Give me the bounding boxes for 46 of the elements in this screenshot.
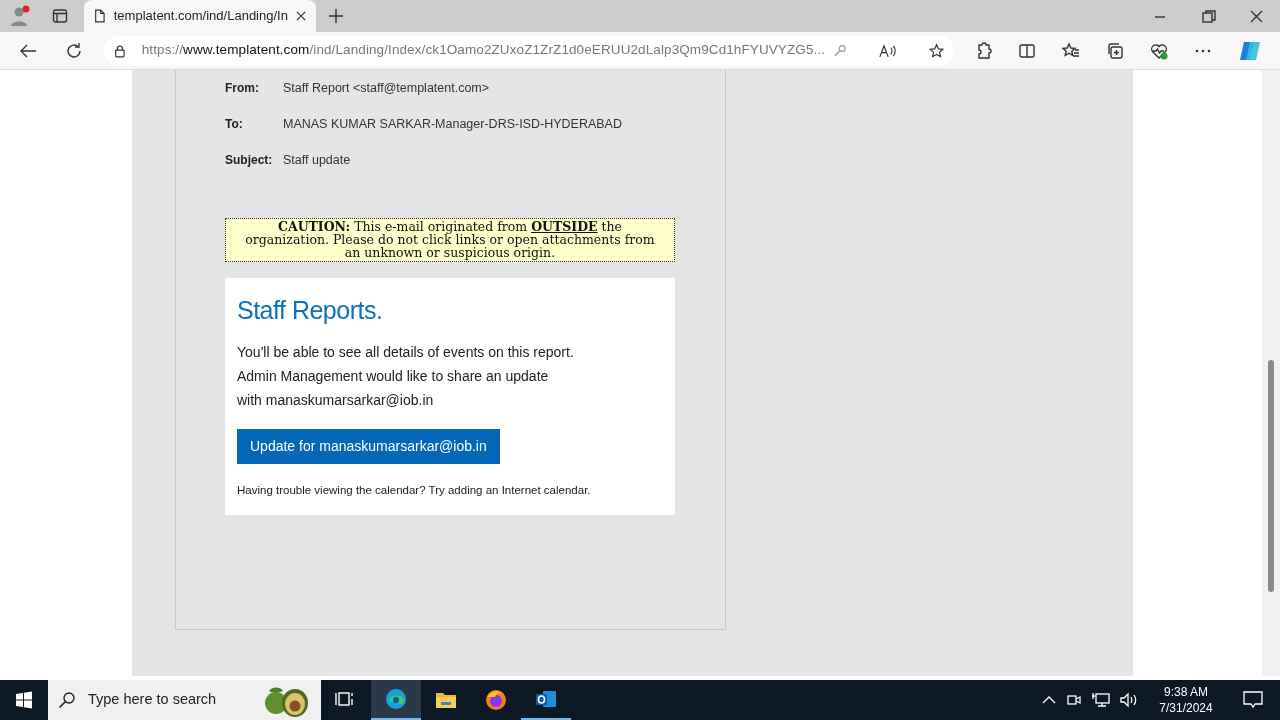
scroll-thumb[interactable] — [1268, 360, 1274, 592]
read-aloud-icon[interactable] — [879, 42, 897, 59]
split-screen-icon[interactable] — [1018, 41, 1036, 60]
field-value: Staff Report <staff@templatent.com> — [283, 79, 490, 97]
profile-icon[interactable] — [9, 5, 31, 27]
search-icon — [58, 691, 76, 709]
notifications-icon[interactable] — [1243, 691, 1263, 709]
star-icon[interactable] — [928, 41, 944, 60]
browser-icon — [385, 688, 407, 710]
collections-icon[interactable] — [1106, 41, 1124, 60]
back-icon[interactable] — [19, 42, 37, 59]
update-button[interactable]: Update for manaskumarsarkar@iob.in — [237, 428, 500, 464]
clock-date: 7/31/2024 — [1158, 700, 1214, 716]
favorites-icon[interactable] — [1062, 41, 1080, 60]
chevron-up-icon[interactable] — [1042, 695, 1056, 705]
new-tab-icon[interactable] — [328, 8, 344, 24]
address-bar[interactable]: https://www.templatent.com/ind/Landing/Index/ck1Oamo2ZUxoZ1ZrZ1d0eERUU2dLalp3Qm9Cd1hFYUVYZG5... — [104, 35, 954, 66]
refresh-icon[interactable] — [65, 41, 83, 60]
windows-icon[interactable] — [15, 691, 33, 709]
field-value: Staff update — [283, 151, 351, 169]
calendar-note: Having trouble viewing the calendar? Try adding an Internet calendar. — [237, 482, 592, 498]
message-heading: Staff Reports. — [237, 295, 384, 326]
clock-time: 9:38 AM — [1163, 684, 1209, 700]
restore-icon[interactable] — [1200, 8, 1216, 24]
camera-icon[interactable] — [1066, 692, 1082, 708]
caution-banner: CAUTION: This e-mail originated from OUTSIDE the organization. Please do not click links or open attachments from an unknown or suspicious origin. — [225, 218, 675, 262]
network-icon[interactable] — [1092, 692, 1110, 708]
message-text: You'll be able to see all details of events on this report. Admin Management would like to share an update with manaskumarsarkar@iob.in — [237, 342, 575, 410]
key-icon[interactable] — [833, 42, 847, 59]
tab-actions-icon[interactable] — [52, 8, 68, 24]
health-icon[interactable] — [1150, 41, 1168, 60]
lock-icon — [114, 42, 126, 59]
field-label: Subject: — [225, 152, 274, 169]
taskbar-clock[interactable]: 9:38 AM 7/31/2024 — [1146, 684, 1226, 716]
mail-app-icon — [535, 688, 557, 710]
taskbar-app[interactable] — [371, 680, 421, 720]
field-label: From: — [225, 80, 260, 97]
close-icon[interactable] — [1248, 8, 1264, 24]
close-icon[interactable] — [295, 10, 306, 22]
scrollbar[interactable] — [1262, 70, 1280, 676]
page-icon — [94, 8, 106, 24]
field-label: To: — [225, 116, 244, 133]
volume-icon[interactable] — [1120, 692, 1138, 708]
taskbar-search-field[interactable]: Type here to search — [48, 680, 321, 720]
field-value: MANAS KUMAR SARKAR-Manager-DRS-ISD-HYDERABAD — [283, 115, 622, 133]
browser-tab[interactable]: templatent.com/ind/Landing/In — [84, 0, 316, 32]
